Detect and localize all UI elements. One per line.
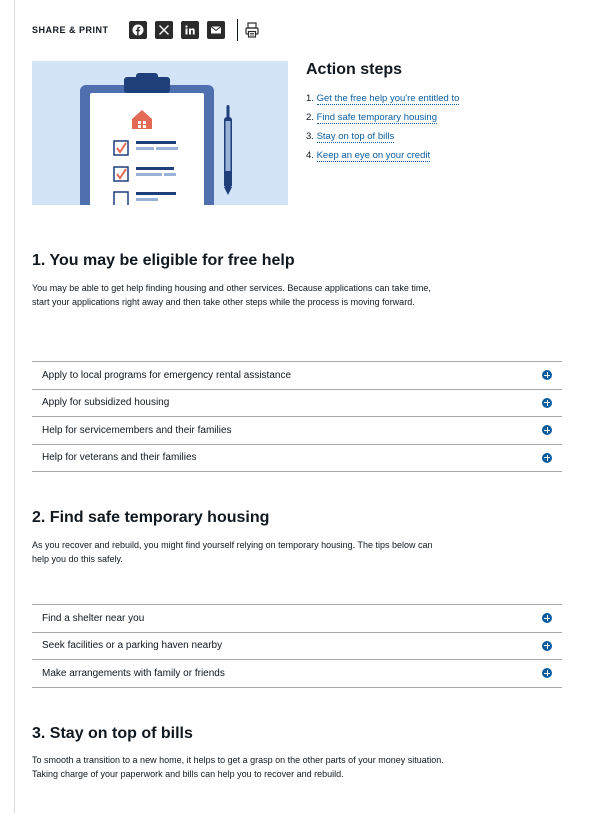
action-step-link[interactable]: Stay on top of bills: [316, 131, 395, 143]
plus-circle-icon[interactable]: [542, 425, 552, 436]
accordion-item[interactable]: Find a shelter near you: [32, 605, 562, 633]
share-divider: [236, 19, 238, 41]
left-border-rule: [14, 0, 15, 813]
accordion-item[interactable]: Help for servicemembers and their famili…: [32, 417, 562, 445]
section-body-free-help: You may be able to get help finding hous…: [32, 283, 431, 307]
share-print-label: SHARE & PRINT: [32, 25, 109, 35]
accordion-item[interactable]: Apply to local programs for emergency re…: [32, 362, 562, 390]
action-steps-list: 1. Get the free help you're entitled to …: [306, 89, 556, 165]
plus-circle-icon[interactable]: [542, 613, 552, 624]
action-step-item: 3. Stay on top of bills: [306, 131, 395, 143]
accordion-item[interactable]: Seek facilities or a parking haven nearb…: [32, 633, 562, 660]
section-title-temporary-housing: 2. Find safe temporary housing: [32, 509, 270, 526]
email-icon[interactable]: [206, 21, 225, 39]
accordion-item-label: Find a shelter near you: [42, 612, 145, 624]
plus-circle-icon[interactable]: [542, 452, 552, 463]
section-title-bills: 3. Stay on top of bills: [32, 725, 193, 742]
action-step-item: 2. Find safe temporary housing: [306, 112, 437, 124]
clipboard-checklist-illustration: [32, 61, 288, 205]
accordion-item[interactable]: Help for veterans and their families: [32, 445, 562, 472]
accordion-item-label: Help for veterans and their families: [42, 452, 197, 464]
action-step-link[interactable]: Find safe temporary housing: [316, 112, 437, 124]
share-print-bar: SHARE & PRINT: [32, 19, 260, 41]
plus-circle-icon[interactable]: [542, 668, 552, 679]
accordion-item-label: Help for servicemembers and their famili…: [42, 424, 232, 436]
accordion-temporary-housing: Find a shelter near you Seek facilities …: [32, 604, 562, 688]
action-step-item: 4. Keep an eye on your credit: [306, 150, 431, 162]
accordion-item-label: Seek facilities or a parking haven nearb…: [42, 640, 223, 652]
action-steps-panel: Action steps 1. Get the free help you're…: [306, 61, 556, 165]
action-step-link[interactable]: Keep an eye on your credit: [316, 150, 431, 162]
accordion-item[interactable]: Make arrangements with family or friends: [32, 660, 562, 688]
section-title-free-help: 1. You may be eligible for free help: [32, 252, 295, 269]
facebook-icon[interactable]: [128, 21, 147, 39]
accordion-item-label: Apply for subsidized housing: [42, 397, 170, 409]
action-steps-title: Action steps: [306, 61, 403, 78]
section-body-bills: To smooth a transition to a new home, it…: [32, 755, 444, 779]
x-twitter-icon[interactable]: [154, 21, 173, 39]
linkedin-icon[interactable]: [180, 21, 199, 39]
plus-circle-icon[interactable]: [542, 370, 552, 381]
section-body-temporary-housing: As you recover and rebuild, you might fi…: [32, 540, 433, 564]
accordion-item[interactable]: Apply for subsidized housing: [32, 390, 562, 417]
plus-circle-icon[interactable]: [542, 640, 552, 651]
action-step-link[interactable]: Get the free help you're entitled to: [316, 93, 460, 105]
accordion-free-help: Apply to local programs for emergency re…: [32, 361, 562, 472]
accordion-item-label: Make arrangements with family or friends: [42, 667, 225, 679]
accordion-item-label: Apply to local programs for emergency re…: [42, 369, 292, 381]
action-step-item: 1. Get the free help you're entitled to: [306, 93, 460, 105]
print-icon[interactable]: [244, 21, 260, 39]
plus-circle-icon[interactable]: [542, 397, 552, 408]
